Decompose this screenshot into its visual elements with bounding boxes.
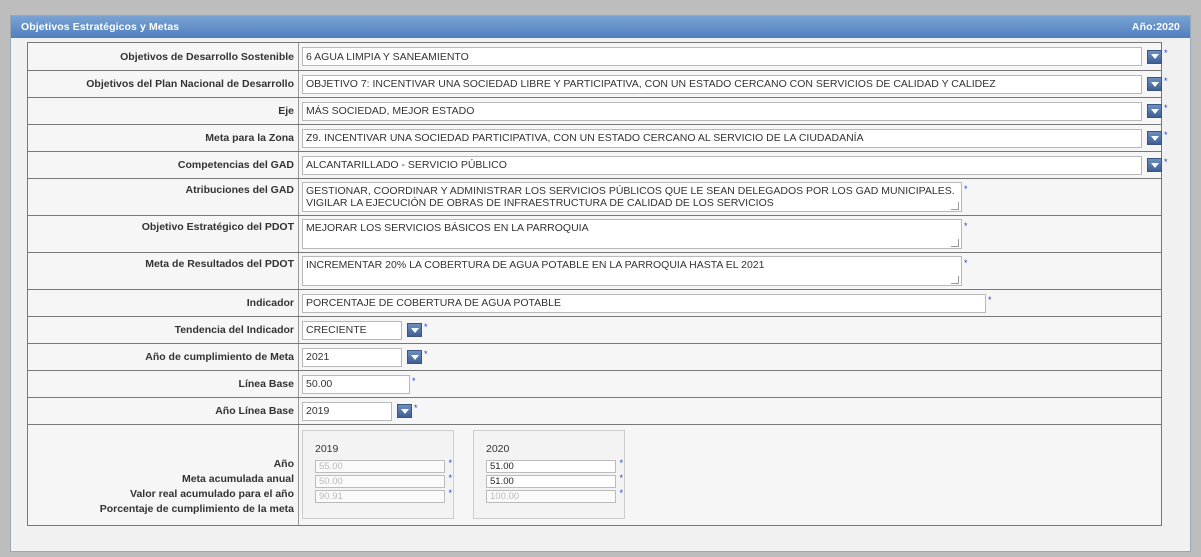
- required-mark: *: [1164, 103, 1168, 113]
- indicador-label: Indicador: [246, 297, 294, 309]
- pnd-label: Objetivos del Plan Nacional de Desarroll…: [86, 78, 294, 90]
- label-porcentaje: Porcentaje de cumplimiento de la meta: [99, 503, 294, 515]
- required-mark: *: [964, 221, 968, 231]
- row-atribuciones: Atribuciones del GAD GESTIONAR, COORDINA…: [28, 178, 1161, 215]
- objetivo-pdot-label: Objetivo Estratégico del PDOT: [141, 221, 294, 233]
- eje-select[interactable]: MÁS SOCIEDAD, MEJOR ESTADO: [302, 101, 1142, 121]
- row-eje: Eje MÁS SOCIEDAD, MEJOR ESTADO *: [28, 97, 1168, 124]
- year-header: 2020: [486, 443, 510, 455]
- meta-pdot-textarea[interactable]: INCREMENTAR 20% LA COBERTURA DE AGUA POT…: [302, 256, 962, 286]
- panel-header: Objetivos Estratégicos y Metas Año:2020: [11, 16, 1190, 38]
- row-ods: Objetivos de Desarrollo Sostenible 6 AGU…: [28, 43, 1168, 70]
- required-mark: *: [424, 349, 428, 359]
- required-mark: *: [988, 295, 992, 305]
- label-valor-real: Valor real acumulado para el año: [130, 488, 294, 500]
- atribuciones-textarea[interactable]: GESTIONAR, COORDINAR Y ADMINISTRAR LOS S…: [302, 182, 962, 212]
- tendencia-label: Tendencia del Indicador: [174, 324, 294, 336]
- panel-title: Objetivos Estratégicos y Metas: [21, 21, 180, 33]
- required-mark: *: [1164, 130, 1168, 140]
- atribuciones-value: GESTIONAR, COORDINAR Y ADMINISTRAR LOS S…: [306, 185, 955, 209]
- tendencia-select[interactable]: CRECIENTE: [302, 320, 402, 340]
- anio-meta-select[interactable]: 2021: [302, 347, 402, 367]
- ods-select[interactable]: 6 AGUA LIMPIA Y SANEAMIENTO: [302, 47, 1142, 66]
- porcentaje-input: 100.00 *: [486, 488, 623, 503]
- row-annual-targets: Año Meta acumulada anual Valor real acum…: [28, 424, 1161, 525]
- row-anio-linea-base: Año Línea Base 2019 *: [28, 397, 1161, 424]
- meta-acumulada-input[interactable]: 55.00 *: [315, 458, 452, 473]
- required-mark: *: [1164, 76, 1168, 86]
- anio-meta-label: Año de cumplimiento de Meta: [145, 351, 294, 363]
- meta-pdot-label: Meta de Resultados del PDOT: [145, 258, 294, 270]
- objetivo-pdot-textarea[interactable]: MEJORAR LOS SERVICIOS BÁSICOS EN LA PARR…: [302, 219, 962, 249]
- required-mark: *: [1164, 48, 1168, 58]
- row-tendencia: Tendencia del Indicador CRECIENTE *: [28, 316, 1161, 343]
- anio-linea-base-label: Año Línea Base: [215, 405, 294, 417]
- label-anio: Año: [273, 458, 294, 470]
- required-mark: *: [1164, 157, 1168, 167]
- required-mark: *: [412, 376, 416, 386]
- anio-meta-dropdown-icon[interactable]: [407, 350, 422, 364]
- anio-linea-base-dropdown-icon[interactable]: [397, 404, 412, 418]
- meta-acumulada-input[interactable]: 51.00 *: [486, 458, 623, 473]
- competencias-label: Competencias del GAD: [177, 159, 294, 171]
- required-mark: *: [424, 322, 428, 332]
- annual-targets-labels: Año Meta acumulada anual Valor real acum…: [28, 425, 298, 525]
- row-objetivo-pdot: Objetivo Estratégico del PDOT MEJORAR LO…: [28, 215, 1161, 252]
- label-meta-acumulada: Meta acumulada anual: [181, 473, 294, 485]
- ods-label: Objetivos de Desarrollo Sostenible: [120, 50, 294, 63]
- pnd-select[interactable]: OBJETIVO 7: INCENTIVAR UNA SOCIEDAD LIBR…: [302, 74, 1142, 94]
- linea-base-label: Línea Base: [238, 378, 294, 390]
- row-pnd: Objetivos del Plan Nacional de Desarroll…: [28, 70, 1168, 97]
- meta-pdot-value: INCREMENTAR 20% LA COBERTURA DE AGUA POT…: [306, 259, 765, 271]
- meta-zona-dropdown-icon[interactable]: [1147, 131, 1162, 145]
- competencias-select[interactable]: ALCANTARILLADO - SERVICIO PÚBLICO: [302, 155, 1142, 175]
- required-mark: *: [964, 184, 968, 194]
- resize-grip-icon[interactable]: [951, 276, 959, 284]
- resize-grip-icon[interactable]: [951, 239, 959, 247]
- tendencia-dropdown-icon[interactable]: [407, 323, 422, 337]
- anio-linea-base-select[interactable]: 2019: [302, 401, 392, 421]
- year-column-2019: 2019 55.00 * 50.00 * 90.91 *: [302, 430, 454, 519]
- row-meta-pdot: Meta de Resultados del PDOT INCREMENTAR …: [28, 252, 1161, 289]
- required-mark: *: [964, 258, 968, 268]
- row-anio-meta: Año de cumplimiento de Meta 2021 *: [28, 343, 1161, 370]
- linea-base-input[interactable]: 50.00: [302, 374, 410, 394]
- objetivo-pdot-value: MEJORAR LOS SERVICIOS BÁSICOS EN LA PARR…: [306, 222, 589, 234]
- objectives-form: Objetivos de Desarrollo Sostenible 6 AGU…: [27, 42, 1168, 526]
- atribuciones-label: Atribuciones del GAD: [185, 184, 294, 196]
- indicador-input[interactable]: PORCENTAJE DE COBERTURA DE AGUA POTABLE: [302, 293, 986, 313]
- pnd-dropdown-icon[interactable]: [1147, 77, 1162, 91]
- resize-grip-icon[interactable]: [951, 202, 959, 210]
- ods-dropdown-icon[interactable]: [1147, 49, 1162, 64]
- row-meta-zona: Meta para la Zona Z9. INCENTIVAR UNA SOC…: [28, 124, 1168, 151]
- meta-zona-label: Meta para la Zona: [205, 132, 294, 144]
- row-linea-base: Línea Base 50.00 *: [28, 370, 1161, 397]
- valor-real-input[interactable]: 51.00 *: [486, 473, 623, 488]
- eje-dropdown-icon[interactable]: [1147, 104, 1162, 118]
- year-column-2020: 2020 51.00 * 51.00 * 100.00 *: [473, 430, 625, 519]
- row-competencias: Competencias del GAD ALCANTARILLADO - SE…: [28, 151, 1168, 178]
- valor-real-input[interactable]: 50.00 *: [315, 473, 452, 488]
- required-mark: *: [414, 403, 418, 413]
- row-indicador: Indicador PORCENTAJE DE COBERTURA DE AGU…: [28, 289, 1161, 316]
- meta-zona-select[interactable]: Z9. INCENTIVAR UNA SOCIEDAD PARTICIPATIV…: [302, 128, 1142, 148]
- competencias-dropdown-icon[interactable]: [1147, 158, 1162, 172]
- year-header: 2019: [315, 443, 339, 455]
- year-label: Año:2020: [1131, 21, 1180, 33]
- eje-label: Eje: [278, 105, 294, 117]
- porcentaje-input: 90.91 *: [315, 488, 452, 503]
